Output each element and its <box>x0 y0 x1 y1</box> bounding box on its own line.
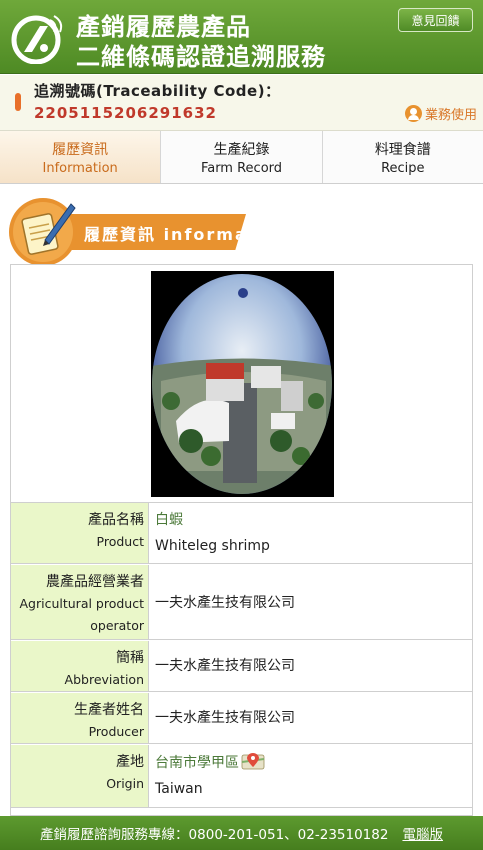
operator-label: 農產品經營業者 Agricultural product operator <box>11 565 149 639</box>
notebook-pen-icon <box>9 198 77 266</box>
origin-country: Taiwan <box>155 781 203 797</box>
info-table: 產品名稱 Product 白蝦 Whiteleg shrimp 農產品經營業者 … <box>10 264 473 816</box>
product-value: 白蝦 Whiteleg shrimp <box>155 507 270 559</box>
label-en: Product <box>96 534 144 549</box>
row-product: 產品名稱 Product 白蝦 Whiteleg shrimp <box>11 503 472 564</box>
label-en: operator <box>90 618 144 633</box>
origin-location[interactable]: 台南市學甲區 <box>155 750 265 776</box>
label-en: Agricultural product <box>19 596 144 611</box>
abbreviation-label: 簡稱 Abbreviation <box>11 641 149 691</box>
tab-information[interactable]: 履歷資訊 Information <box>0 131 162 183</box>
label-zh: 產地 <box>116 754 144 770</box>
label-zh: 產品名稱 <box>88 512 144 528</box>
product-name-zh: 白蝦 <box>155 512 183 528</box>
label-zh: 生產者姓名 <box>74 702 144 718</box>
producer-label: 生產者姓名 Producer <box>11 693 149 743</box>
map-pin-icon[interactable] <box>241 752 265 770</box>
traceability-code-label: 追溯號碼(Traceability Code)： <box>34 82 281 100</box>
farm-photo <box>151 271 334 497</box>
section-title: 履歷資訊 information <box>84 225 246 244</box>
tab-label-zh: 生產紀錄 <box>213 141 270 158</box>
business-use-label: 業務使用 <box>424 108 477 123</box>
footer-bar: 產銷履歷諮詢服務專線：0800-201-051、02-23510182 電腦版 <box>0 816 483 850</box>
traceability-logo-icon <box>11 15 63 64</box>
tab-label-en: Recipe <box>381 160 425 176</box>
business-use-link[interactable]: 業務使用 <box>404 104 477 123</box>
app-header: 產銷履歷農產品 二維條碼認證追溯服務 意見回饋 <box>0 0 483 74</box>
label-en: Origin <box>106 776 144 791</box>
tab-bar: 履歷資訊 Information 生產紀錄 Farm Record 料理食譜 R… <box>0 131 483 184</box>
user-icon <box>404 105 422 122</box>
label-zh: 簡稱 <box>116 650 144 666</box>
origin-value: 台南市學甲區 Taiwan <box>155 750 265 802</box>
origin-label: 產地 Origin <box>11 745 149 807</box>
trace-marker <box>15 93 21 111</box>
photo-cell <box>11 265 472 503</box>
traceability-code-value: 2205115206291632 <box>34 104 217 122</box>
tab-farm-record[interactable]: 生產紀錄 Farm Record <box>161 131 323 183</box>
label-en: Abbreviation <box>64 672 144 687</box>
label-en: Producer <box>88 724 144 739</box>
tab-label-en: Farm Record <box>200 160 283 176</box>
producer-value: 一夫水產生技有限公司 <box>155 710 295 726</box>
product-label: 產品名稱 Product <box>11 503 149 563</box>
row-operator: 農產品經營業者 Agricultural product operator 一夫… <box>11 565 472 640</box>
row-origin: 產地 Origin 台南市學甲區 Taiwan <box>11 745 472 808</box>
tab-recipe[interactable]: 料理食譜 Recipe <box>323 131 483 183</box>
product-name-en: Whiteleg shrimp <box>155 538 270 554</box>
feedback-button[interactable]: 意見回饋 <box>398 8 473 32</box>
tab-label-zh: 履歷資訊 <box>52 141 109 158</box>
app-title-line2: 二維條碼認證追溯服務 <box>76 43 326 71</box>
label-zh: 農產品經營業者 <box>46 574 144 590</box>
operator-link[interactable]: 一夫水產生技有限公司 <box>155 590 295 616</box>
section-heading: 履歷資訊 information <box>68 214 246 250</box>
origin-location-link[interactable]: 台南市學甲區 <box>155 755 239 771</box>
tab-label-zh: 料理食譜 <box>374 141 431 158</box>
abbreviation-value: 一夫水產生技有限公司 <box>155 658 295 674</box>
row-abbreviation: 簡稱 Abbreviation 一夫水產生技有限公司 <box>11 641 472 692</box>
tab-label-en: Information <box>42 160 118 176</box>
desktop-version-link[interactable]: 電腦版 <box>402 823 443 843</box>
row-producer: 生產者姓名 Producer 一夫水產生技有限公司 <box>11 693 472 744</box>
service-hotline: 產銷履歷諮詢服務專線：0800-201-051、02-23510182 <box>40 827 389 843</box>
